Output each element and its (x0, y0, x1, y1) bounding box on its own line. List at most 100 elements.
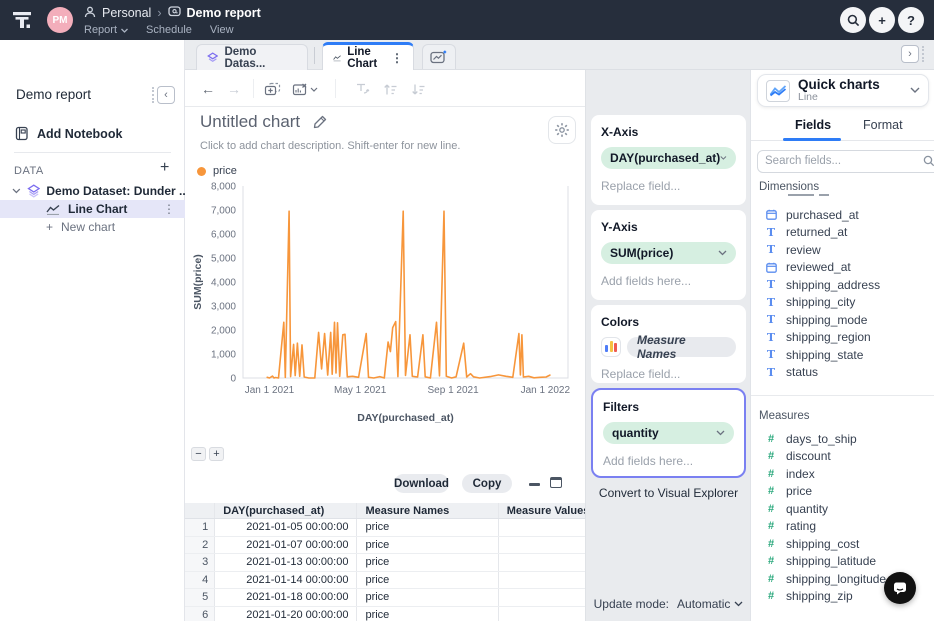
table-row[interactable]: 5 2021-01-18 00:00:00 price (185, 589, 585, 607)
add-fields-dropzone[interactable]: Add fields here... (603, 454, 734, 468)
breadcrumb-workspace[interactable]: Personal (102, 6, 151, 20)
update-mode-row: Update mode: Automatic (586, 597, 751, 611)
chart-legend[interactable]: price (197, 165, 237, 177)
minimize-table-icon[interactable] (529, 483, 540, 486)
measure-field-row[interactable]: #rating (751, 518, 934, 536)
add-fields-dropzone[interactable]: Add fields here... (601, 274, 736, 288)
table-row[interactable]: 4 2021-01-14 00:00:00 price (185, 572, 585, 590)
x-axis-field-pill[interactable]: DAY(purchased_at) (601, 147, 736, 169)
chart-description-placeholder[interactable]: Click to add chart description. Shift-en… (200, 140, 460, 152)
kebab-menu-icon[interactable]: ⋮ (391, 51, 403, 65)
remove-chart-button[interactable] (289, 78, 321, 100)
dimension-field-row[interactable]: Tshipping_state (751, 346, 934, 364)
sidebar-item-dataset[interactable]: Demo Dataset: Dunder ... (0, 182, 185, 200)
header-day-purchased-at[interactable]: DAY(purchased_at) (215, 503, 357, 518)
search-fields-input[interactable] (765, 155, 919, 167)
measure-field-row[interactable]: #days_to_ship (751, 430, 934, 448)
cell-measure-name: price (357, 589, 498, 606)
expand-panel-button[interactable]: › (901, 45, 924, 63)
tab-line-chart[interactable]: Line Chart ⋮ (322, 42, 414, 70)
table-row[interactable]: 2 2021-01-07 00:00:00 price (185, 537, 585, 555)
chevron-down-icon (716, 430, 725, 436)
measure-field-row[interactable]: #discount (751, 448, 934, 466)
dimension-field-row[interactable]: Tshipping_address (751, 276, 934, 294)
table-row[interactable]: 6 2021-01-20 00:00:00 price (185, 607, 585, 621)
tab-format[interactable]: Format (863, 118, 903, 132)
convert-to-visual-explorer-link[interactable]: Convert to Visual Explorer (586, 486, 751, 500)
dimension-field-row[interactable]: Tstatus (751, 364, 934, 382)
intercom-chat-button[interactable] (884, 572, 916, 604)
measure-field-row[interactable]: #index (751, 465, 934, 483)
edit-pencil-icon[interactable] (312, 114, 328, 130)
download-button[interactable]: Download (394, 474, 449, 493)
help-button[interactable]: ? (898, 7, 924, 33)
section-title: Colors (601, 315, 736, 329)
kebab-menu-icon[interactable]: ⋮ (163, 202, 175, 216)
replace-field-dropzone[interactable]: Replace field... (601, 179, 736, 193)
header-measure-names[interactable]: Measure Names (357, 503, 498, 518)
chart-settings-button[interactable] (548, 116, 576, 144)
quick-charts-selector[interactable]: Quick charts Line (757, 74, 929, 107)
text-field-icon: T (765, 331, 777, 344)
copy-button[interactable]: Copy (462, 474, 512, 493)
menu-schedule[interactable]: Schedule (146, 24, 192, 36)
dimension-field-row[interactable]: Treturned_at (751, 224, 934, 242)
caret-down-icon (121, 28, 128, 33)
dimension-field-row[interactable]: Tshipping_region (751, 329, 934, 347)
search-button[interactable] (840, 7, 866, 33)
update-mode-select[interactable]: Automatic (677, 597, 743, 611)
colors-field-pill[interactable]: Measure Names (627, 337, 736, 357)
search-fields-box[interactable] (757, 150, 934, 173)
add-button[interactable]: + (869, 7, 895, 33)
avatar[interactable]: PM (47, 7, 73, 33)
fields-panel: Quick charts Line Fields Format ƒ+ Dimen… (750, 70, 934, 621)
add-data-button[interactable]: + (160, 159, 169, 177)
line-chart-plot[interactable]: 01,0002,0003,0004,0005,0006,0007,0008,00… (188, 178, 580, 436)
active-tab-underline (783, 138, 841, 141)
quick-charts-title: Quick charts (798, 78, 902, 92)
y-axis-field-pill[interactable]: SUM(price) (601, 242, 736, 264)
dimension-field-row[interactable]: Tshipping_mode (751, 311, 934, 329)
menu-view[interactable]: View (210, 24, 234, 36)
dataset-name: Demo Dataset: Dunder ... (46, 184, 185, 198)
add-notebook-button[interactable]: Add Notebook (14, 126, 122, 141)
replace-field-dropzone[interactable]: Replace field... (601, 367, 736, 381)
text-field-icon: T (765, 366, 777, 379)
sidebar-item-line-chart[interactable]: Line Chart ⋮ (0, 200, 185, 218)
new-chart-tab-button[interactable] (422, 44, 456, 69)
duplicate-chart-button[interactable] (261, 78, 283, 100)
dimension-field-row[interactable]: Tshipping_city (751, 294, 934, 312)
measure-field-row[interactable]: #quantity (751, 500, 934, 518)
table-row[interactable]: 1 2021-01-05 00:00:00 price (185, 519, 585, 537)
menu-report[interactable]: Report (84, 24, 128, 36)
table-row[interactable]: 3 2021-01-13 00:00:00 price (185, 554, 585, 572)
chevron-down-icon (12, 188, 21, 194)
text-field-icon: T (765, 243, 777, 256)
zoom-in-button[interactable]: + (209, 447, 224, 461)
dimension-field-row[interactable]: reviewed_at (751, 259, 934, 277)
header-measure-values[interactable]: Measure Values (499, 503, 585, 518)
tab-demo-dataset[interactable]: Demo Datas... (196, 44, 308, 70)
breadcrumb-report[interactable]: Demo report (187, 6, 261, 20)
measure-field-row[interactable]: #shipping_latitude (751, 553, 934, 571)
number-field-icon: # (765, 468, 777, 480)
svg-text:Sep 1 2021: Sep 1 2021 (428, 385, 480, 396)
report-sidebar: Demo report ‹ Add Notebook DATA + Demo D… (0, 40, 185, 621)
sidebar-item-new-chart[interactable]: + New chart (0, 218, 185, 236)
sort-descending-button (407, 78, 429, 100)
zoom-out-button[interactable]: − (191, 447, 206, 461)
number-field-icon: # (765, 450, 777, 462)
dimension-field-row[interactable]: purchased_at (751, 206, 934, 224)
line-chart-icon (333, 53, 341, 63)
app-logo-icon[interactable] (10, 8, 40, 32)
filters-field-pill[interactable]: quantity (603, 422, 734, 444)
tab-fields[interactable]: Fields (795, 118, 831, 132)
field-name: review (786, 243, 821, 257)
dimension-field-row[interactable]: Treview (751, 241, 934, 259)
collapse-sidebar-button[interactable]: ‹ (152, 86, 175, 104)
measure-field-row[interactable]: #price (751, 483, 934, 501)
expand-table-icon[interactable] (550, 477, 562, 488)
chart-title[interactable]: Untitled chart (200, 112, 300, 132)
measure-field-row[interactable]: #shipping_cost (751, 535, 934, 553)
undo-button[interactable]: ← (197, 78, 219, 100)
